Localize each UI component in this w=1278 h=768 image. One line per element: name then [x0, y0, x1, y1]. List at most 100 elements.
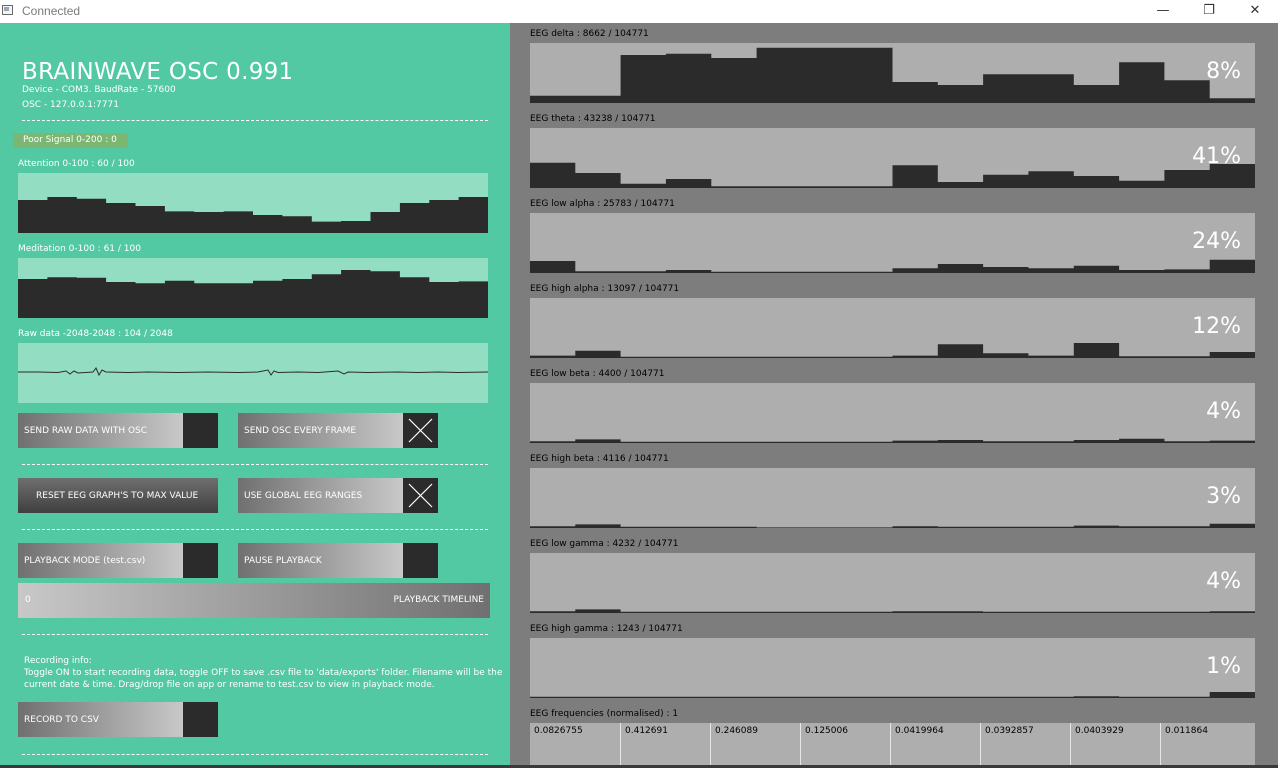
frequency-value: 0.246089 — [710, 723, 800, 768]
meditation-graph — [18, 258, 488, 318]
eeg-low-alpha-area — [530, 259, 1255, 273]
pause-playback-toggle[interactable] — [403, 543, 438, 578]
eeg-low-beta-label: EEG low beta : 4400 / 104771 — [530, 369, 665, 379]
raw-data-label: Raw data -2048-2048 : 104 / 2048 — [18, 329, 173, 339]
frequency-value: 0.011864 — [1160, 723, 1255, 768]
close-button[interactable]: ✕ — [1232, 0, 1278, 23]
raw-data-graph — [18, 343, 488, 403]
minimize-button[interactable]: — — [1140, 0, 1186, 23]
playback-mode-label: PLAYBACK MODE (test.csv) — [24, 555, 146, 566]
eeg-low-gamma-graph: 4% — [530, 553, 1255, 613]
eeg-high-gamma-label: EEG high gamma : 1243 / 104771 — [530, 624, 683, 634]
signal-badge: Poor Signal 0-200 : 0 — [13, 133, 128, 148]
window-titlebar: Connected — ❐ ✕ — [0, 0, 1278, 23]
eeg-delta-graph: 8% — [530, 43, 1255, 103]
eeg-low-alpha-label: EEG low alpha : 25783 / 104771 — [530, 199, 675, 209]
send-osc-every-frame-label: SEND OSC EVERY FRAME — [244, 425, 357, 436]
attention-graph — [18, 173, 488, 233]
eeg-low-beta-svg — [530, 438, 1255, 443]
control-panel: BRAINWAVE OSC 0.991 Device - COM3. BaudR… — [0, 23, 510, 768]
frequency-value: 0.0419964 — [890, 723, 980, 768]
eeg-high-alpha-svg — [530, 343, 1255, 358]
app-title: BRAINWAVE OSC 0.991 — [22, 59, 294, 85]
eeg-low-alpha-svg — [530, 259, 1255, 273]
reset-eeg-graph-label: RESET EEG GRAPH'S TO MAX VALUE — [36, 490, 199, 501]
raw-waveform — [18, 367, 488, 377]
use-global-eeg-ranges-label: USE GLOBAL EEG RANGES — [244, 490, 363, 501]
eeg-low-beta-graph: 4% — [530, 383, 1255, 443]
eeg-theta-label: EEG theta : 43238 / 104771 — [530, 114, 656, 124]
record-to-csv-label: RECORD TO CSV — [24, 714, 99, 725]
divider — [22, 529, 488, 530]
send-osc-every-frame-button[interactable]: SEND OSC EVERY FRAME — [238, 413, 404, 448]
eeg-theta-svg — [530, 162, 1255, 188]
eeg-high-alpha-label: EEG high alpha : 13097 / 104771 — [530, 284, 680, 294]
eeg-delta-svg — [530, 47, 1255, 103]
app-window-icon — [2, 5, 13, 15]
eeg-delta-percent: 8% — [1206, 59, 1241, 84]
eeg-theta-graph: 41% — [530, 128, 1255, 188]
window-title: Connected — [22, 4, 81, 18]
eeg-theta-percent: 41% — [1192, 144, 1241, 169]
attention-label: Attention 0-100 : 60 / 100 — [18, 159, 135, 169]
timeline-value: 0 — [25, 595, 31, 605]
maximize-button[interactable]: ❐ — [1186, 0, 1232, 23]
eeg-high-gamma-graph: 1% — [530, 638, 1255, 698]
divider — [22, 120, 488, 121]
device-info: Device - COM3. BaudRate - 57600 — [22, 85, 176, 95]
meditation-area — [18, 270, 488, 318]
attention-graph-svg — [18, 197, 488, 233]
playback-timeline-slider[interactable]: 0 PLAYBACK TIMELINE — [18, 583, 490, 618]
eeg-delta-label: EEG delta : 8662 / 104771 — [530, 29, 649, 39]
eeg-high-alpha-percent: 12% — [1192, 314, 1241, 339]
recording-info-line2: current date & time. Drag/drop file on a… — [24, 680, 435, 690]
send-osc-every-frame-toggle[interactable] — [403, 413, 438, 448]
eeg-high-beta-graph: 3% — [530, 468, 1255, 528]
send-raw-data-toggle[interactable] — [183, 413, 218, 448]
record-to-csv-toggle[interactable] — [183, 702, 218, 737]
meditation-graph-svg — [18, 270, 488, 318]
send-raw-data-button[interactable]: SEND RAW DATA WITH OSC — [18, 413, 184, 448]
playback-mode-button[interactable]: PLAYBACK MODE (test.csv) — [18, 543, 184, 578]
eeg-high-gamma-area — [530, 692, 1255, 698]
eeg-low-gamma-label: EEG low gamma : 4232 / 104771 — [530, 539, 679, 549]
eeg-delta-area — [530, 47, 1255, 103]
use-global-eeg-ranges-toggle[interactable] — [403, 478, 438, 513]
eeg-low-gamma-percent: 4% — [1206, 569, 1241, 594]
checked-x-icon — [408, 418, 433, 443]
frequency-value: 0.0392857 — [980, 723, 1070, 768]
pause-playback-label: PAUSE PLAYBACK — [244, 555, 322, 566]
eeg-frequencies-row: 0.0826755 0.412691 0.246089 0.125006 0.0… — [530, 723, 1255, 768]
frequency-value: 0.0403929 — [1070, 723, 1160, 768]
osc-info: OSC - 127.0.0.1:7771 — [22, 100, 119, 110]
use-global-eeg-ranges-button[interactable]: USE GLOBAL EEG RANGES — [238, 478, 404, 513]
eeg-low-alpha-percent: 24% — [1192, 229, 1241, 254]
pause-playback-button[interactable]: PAUSE PLAYBACK — [238, 543, 404, 578]
eeg-high-alpha-area — [530, 343, 1255, 358]
checked-x-icon — [408, 483, 433, 508]
eeg-frequencies-label: EEG frequencies (normalised) : 1 — [530, 709, 679, 719]
eeg-high-beta-svg — [530, 523, 1255, 528]
meditation-label: Meditation 0-100 : 61 / 100 — [18, 244, 141, 254]
eeg-low-gamma-svg — [530, 609, 1255, 613]
eeg-panel: EEG delta : 8662 / 104771 8% EEG theta :… — [510, 23, 1278, 768]
raw-data-graph-svg — [18, 367, 488, 377]
timeline-label: PLAYBACK TIMELINE — [393, 595, 484, 605]
eeg-high-gamma-svg — [530, 692, 1255, 698]
frequency-value: 0.412691 — [620, 723, 710, 768]
eeg-high-beta-percent: 3% — [1206, 484, 1241, 509]
eeg-low-beta-percent: 4% — [1206, 399, 1241, 424]
record-to-csv-button[interactable]: RECORD TO CSV — [18, 702, 184, 737]
frequency-value: 0.0826755 — [534, 726, 583, 736]
eeg-theta-area — [530, 162, 1255, 188]
eeg-high-beta-label: EEG high beta : 4116 / 104771 — [530, 454, 669, 464]
eeg-low-gamma-area — [530, 609, 1255, 613]
playback-mode-toggle[interactable] — [183, 543, 218, 578]
eeg-high-alpha-graph: 12% — [530, 298, 1255, 358]
eeg-low-alpha-graph: 24% — [530, 213, 1255, 273]
divider — [22, 754, 488, 755]
reset-eeg-graph-button[interactable]: RESET EEG GRAPH'S TO MAX VALUE — [18, 478, 218, 513]
eeg-high-gamma-percent: 1% — [1206, 654, 1241, 679]
recording-info-line1: Toggle ON to start recording data, toggl… — [24, 668, 503, 678]
frequency-value: 0.125006 — [800, 723, 890, 768]
